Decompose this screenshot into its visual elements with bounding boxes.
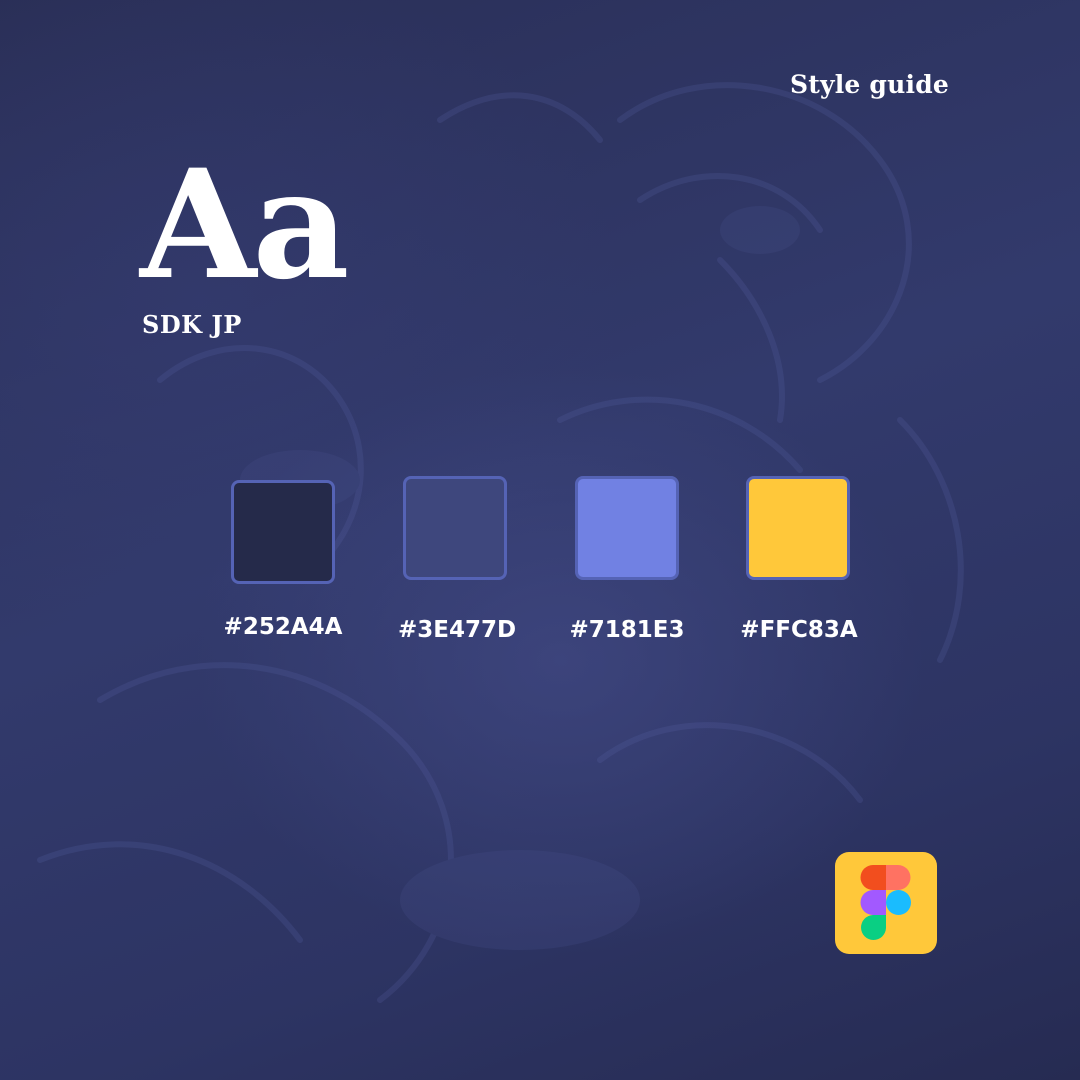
color-hex-label-4: #FFC83A — [740, 617, 858, 643]
color-swatch-3 — [575, 476, 679, 580]
color-swatch-1 — [231, 480, 335, 584]
figma-logo-icon — [860, 865, 911, 940]
color-swatch-4 — [746, 476, 850, 580]
color-hex-label-3: #7181E3 — [569, 617, 685, 643]
figma-badge — [835, 852, 937, 954]
font-name: SDK JP — [142, 310, 242, 339]
color-swatch-2 — [403, 476, 507, 580]
style-guide-page: Style guide Aa SDK JP #252A4A #3E477D #7… — [0, 0, 1080, 1080]
color-hex-label-1: #252A4A — [223, 614, 343, 640]
color-hex-label-2: #3E477D — [397, 617, 517, 643]
page-title: Style guide — [790, 70, 949, 99]
type-specimen: Aa — [140, 137, 350, 313]
